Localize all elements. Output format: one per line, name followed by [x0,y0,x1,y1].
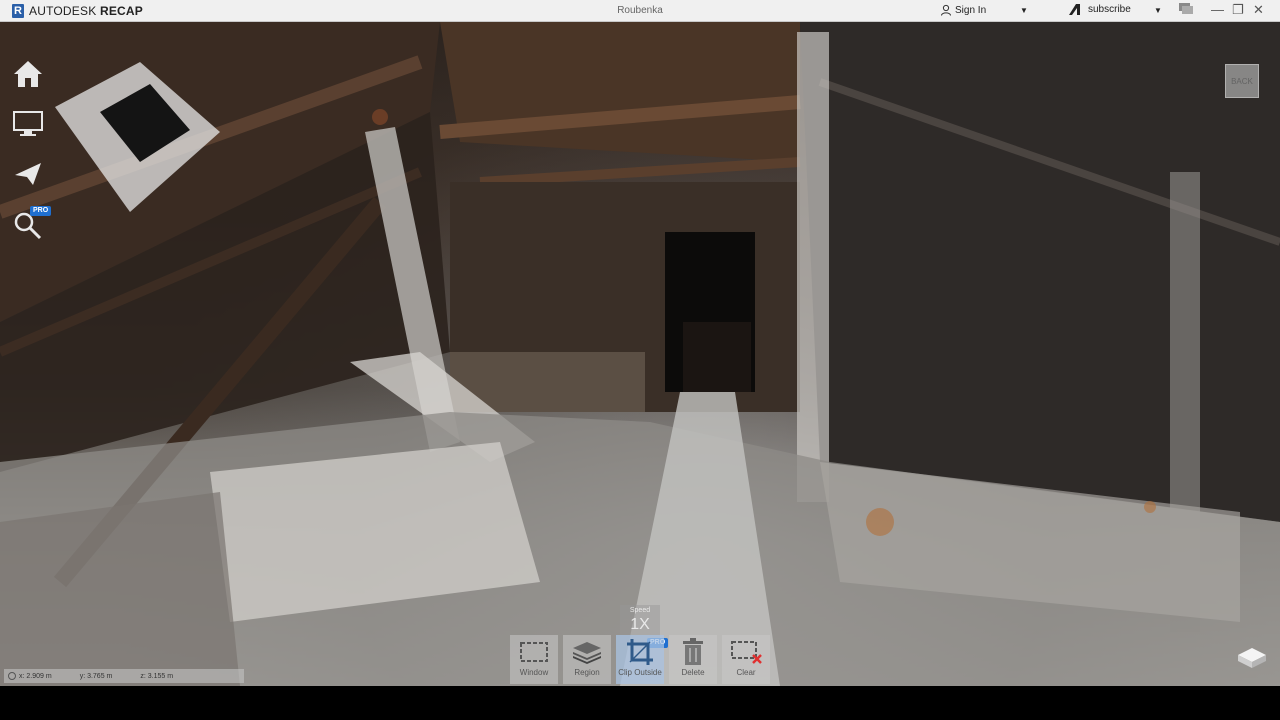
target-icon [8,672,16,680]
window-select-icon [520,641,548,662]
window-select-button[interactable]: Window [510,635,558,684]
recap-logo-icon: R [12,3,24,18]
point-cloud-scene [0,22,1280,686]
sign-in-label: Sign In [955,4,987,16]
point-cloud-viewport[interactable]: PRO BACK Speed 1X x: 2.909 m y: 3.765 m … [0,22,1280,686]
selection-toolbar: Window Region PRO Clip Outside [510,635,775,684]
back-button[interactable]: BACK [1225,64,1259,98]
view-cube-icon[interactable] [1236,646,1268,670]
home-button[interactable] [10,56,46,92]
autodesk-a-icon [1069,4,1080,15]
clip-outside-label: Clip Outside [618,668,662,677]
window-select-label: Window [519,668,549,677]
clip-outside-button[interactable]: Clip Outside [616,635,664,684]
paper-plane-icon [15,163,41,185]
close-icon[interactable]: ✕ [1253,2,1264,18]
minimize-icon[interactable]: — [1211,2,1224,17]
subscribe-label: subscribe [1088,4,1131,15]
subscribe-button[interactable]: subscribe ▼ [1068,3,1162,16]
clear-selection-button[interactable]: Clear [722,635,770,684]
coord-x: x: 2.909 m [19,672,52,680]
chevron-down-icon[interactable]: ▼ [1020,6,1028,15]
clear-selection-icon [731,640,762,664]
speed-label: Speed [629,607,651,614]
restore-icon[interactable]: ❐ [1232,2,1244,18]
clear-label: Clear [736,668,756,677]
coord-y: y: 3.765 m [79,672,113,680]
brand-prefix: AUTODESK [29,3,97,18]
left-toolbar: PRO [10,56,52,256]
sign-in-button[interactable]: Sign In ▼ [940,4,1028,16]
search-zoom-button[interactable]: PRO [10,206,52,242]
navigate-button[interactable] [10,156,46,192]
region-label: Region [574,668,600,677]
app-brand: R AUTODESK RECAP [12,3,143,18]
monitor-icon [13,111,43,136]
speed-value: 1X [630,616,650,633]
delete-button[interactable]: Delete [669,635,717,684]
brand-name: RECAP [99,3,143,18]
delete-label: Delete [681,668,705,677]
home-icon [14,61,42,87]
crop-icon [627,638,653,665]
title-bar: R AUTODESK RECAP Roubenka Sign In ▼ subs… [0,0,1280,22]
layers-icon [573,641,601,664]
zoom-extents-button[interactable] [10,106,46,142]
user-icon [941,4,951,16]
bottom-bar [0,686,1280,720]
region-button[interactable]: Region PRO [563,635,669,684]
coordinate-readout: x: 2.909 m y: 3.765 m z: 3.155 m [4,669,244,683]
coord-z: z: 3.155 m [140,672,174,680]
trash-icon [683,637,703,665]
pro-badge: PRO [30,206,52,216]
feedback-icon[interactable] [1178,2,1194,18]
chevron-down-icon[interactable]: ▼ [1154,6,1162,15]
